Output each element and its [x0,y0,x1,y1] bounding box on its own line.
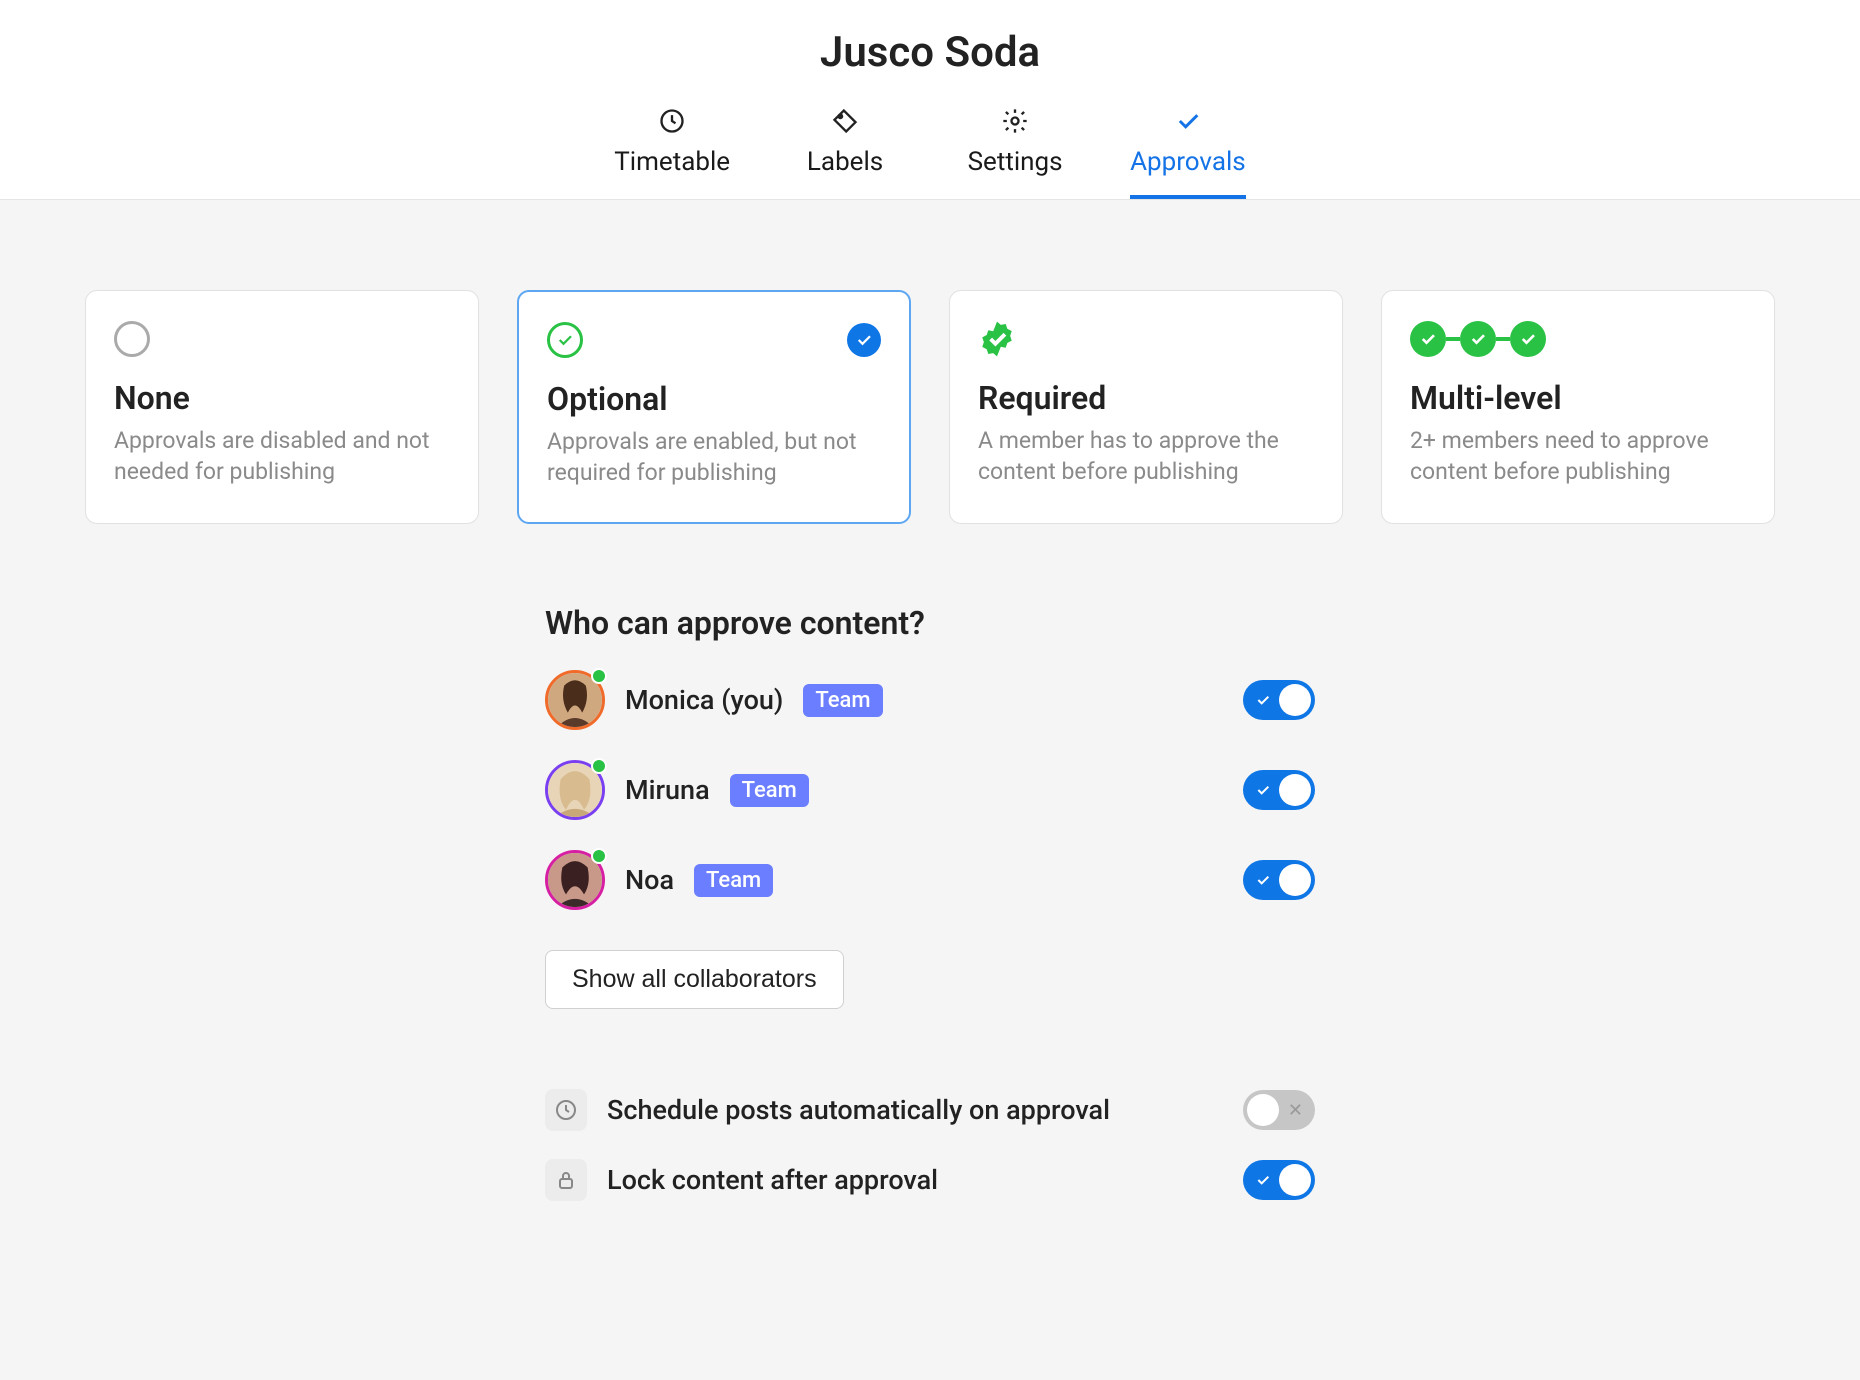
avatar [545,850,605,910]
tag-icon [831,107,859,135]
team-badge: Team [730,774,809,807]
tab-settings[interactable]: Settings [960,107,1070,199]
option-title: Optional [547,380,881,418]
check-icon [1174,107,1202,135]
option-desc: 2+ members need to approve content befor… [1410,425,1746,487]
option-desc: Approvals are enabled, but not required … [547,426,881,488]
option-title: Required [978,379,1314,417]
clock-icon [545,1089,587,1131]
team-badge: Team [803,684,882,717]
approver-name: Monica (you) [625,684,783,716]
team-badge: Team [694,864,773,897]
setting-label: Lock content after approval [607,1164,938,1196]
option-desc: A member has to approve the content befo… [978,425,1314,487]
approvers-section: Who can approve content? Monica (you) Te… [545,604,1315,1201]
x-icon: ✕ [1288,1100,1303,1121]
setting-toggle[interactable] [1243,1160,1315,1200]
approvers-title: Who can approve content? [545,604,1315,642]
main: None Approvals are disabled and not need… [0,200,1860,1380]
lock-icon [545,1159,587,1201]
clock-icon [658,107,686,135]
tab-timetable[interactable]: Timetable [614,107,730,199]
option-title: Multi-level [1410,379,1746,417]
option-desc: Approvals are disabled and not needed fo… [114,425,450,487]
gear-icon [1001,107,1029,135]
tab-approvals[interactable]: Approvals [1130,107,1246,199]
circle-outline-icon [114,321,150,357]
approval-options: None Approvals are disabled and not need… [45,290,1815,524]
status-dot-icon [591,758,607,774]
setting-label: Schedule posts automatically on approval [607,1094,1110,1126]
option-multi-level[interactable]: Multi-level 2+ members need to approve c… [1381,290,1775,524]
option-none[interactable]: None Approvals are disabled and not need… [85,290,479,524]
setting-auto-schedule: Schedule posts automatically on approval… [545,1089,1315,1131]
status-dot-icon [591,848,607,864]
approver-row: Monica (you) Team [545,670,1315,730]
approver-name: Miruna [625,774,710,806]
setting-lock-content: Lock content after approval [545,1159,1315,1201]
approver-toggle[interactable] [1243,860,1315,900]
seal-check-icon [978,320,1016,358]
tab-label: Timetable [614,147,730,177]
approver-row: Miruna Team [545,760,1315,820]
header: Jusco Soda Timetable Labels Settings App… [0,0,1860,200]
avatar [545,760,605,820]
setting-toggle[interactable]: ✕ [1243,1090,1315,1130]
tab-label: Settings [968,147,1063,177]
approver-name: Noa [625,864,674,896]
option-optional[interactable]: Optional Approvals are enabled, but not … [517,290,911,524]
selected-badge-icon [847,323,881,357]
tabs: Timetable Labels Settings Approvals [0,107,1860,199]
approver-row: Noa Team [545,850,1315,910]
approver-toggle[interactable] [1243,770,1315,810]
show-all-collaborators-button[interactable]: Show all collaborators [545,950,844,1009]
page-title: Jusco Soda [0,28,1860,77]
tab-label: Approvals [1130,147,1246,177]
option-title: None [114,379,450,417]
avatar [545,670,605,730]
multi-check-icon [1410,321,1546,357]
option-required[interactable]: Required A member has to approve the con… [949,290,1343,524]
status-dot-icon [591,668,607,684]
check-circle-icon [547,322,583,358]
tab-labels[interactable]: Labels [790,107,900,199]
approver-toggle[interactable] [1243,680,1315,720]
tab-label: Labels [807,147,883,177]
